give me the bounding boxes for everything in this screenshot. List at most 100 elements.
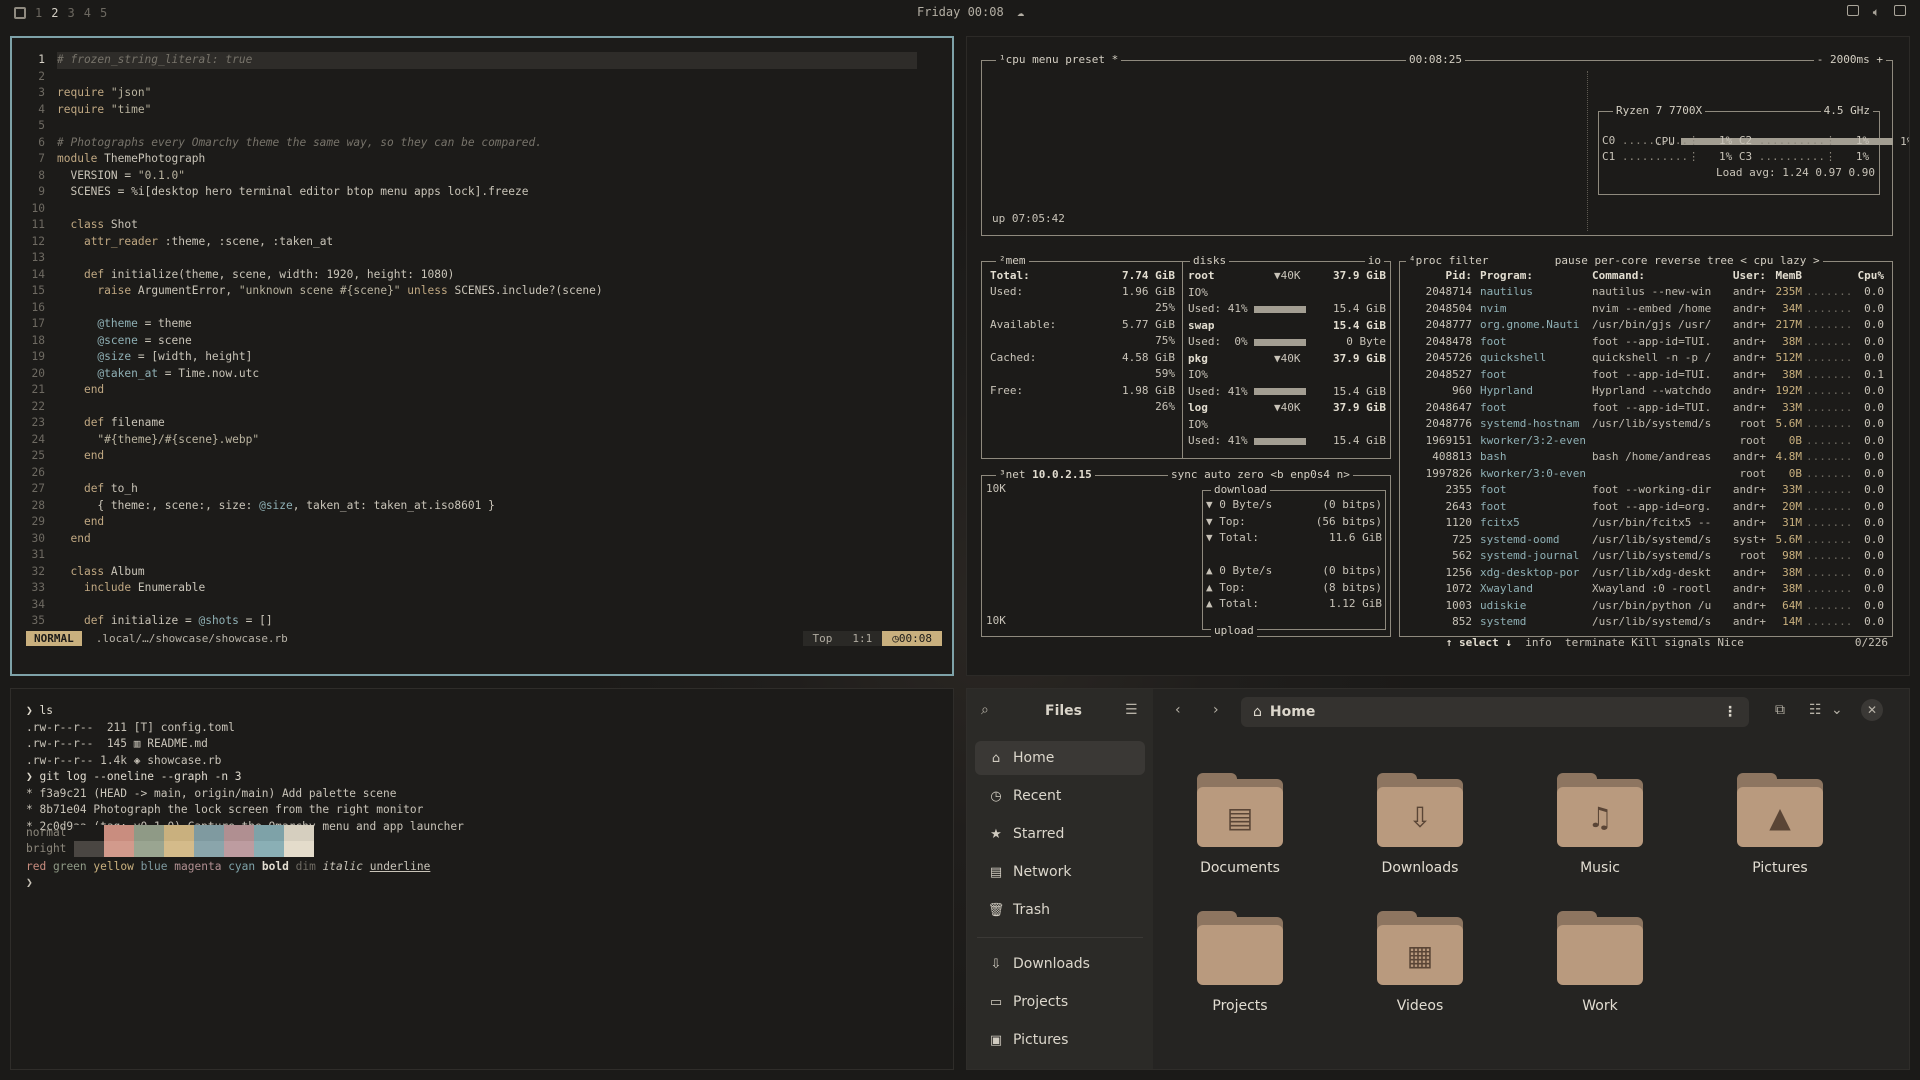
signals-button[interactable]: signals: [1664, 636, 1710, 649]
screen-record-icon[interactable]: [1846, 5, 1859, 16]
code-line[interactable]: 16: [12, 300, 952, 317]
code-line[interactable]: 27 def to_h: [12, 481, 952, 498]
folder-videos[interactable]: ▦ Videos: [1345, 911, 1495, 1014]
folder-pictures[interactable]: ▲ Pictures: [1705, 773, 1855, 876]
proc-row[interactable]: 2643 foot foot --app-id=org. andr+ 20M......…: [1400, 499, 1885, 516]
editor-window[interactable]: 1 # frozen_string_literal: true 2 3 require …: [10, 36, 954, 676]
proc-row[interactable]: 1969151 kworker/3:2-even root 0B....... 0.0: [1400, 433, 1884, 450]
code-line[interactable]: 23 def filename: [12, 415, 952, 432]
info-button[interactable]: info: [1525, 636, 1552, 649]
code-line[interactable]: 13: [12, 250, 952, 267]
code-line[interactable]: 24 "#{theme}/#{scene}.webp": [12, 432, 952, 449]
proc-row[interactable]: 2045726 quickshell quickshell -n -p / andr+…: [1400, 350, 1884, 367]
proc-row[interactable]: 1003 udiskie/usr/bin/python /u andr+ 64M...…: [1400, 598, 1885, 615]
path-bar[interactable]: ⌂ Home ⋮: [1241, 697, 1749, 727]
proc-row[interactable]: 2355 foot foot --working-dir andr+ 33M......…: [1400, 482, 1885, 499]
sidebar-item-starred[interactable]: ★ Starred: [975, 817, 1145, 851]
volume-icon[interactable]: 🔈︎: [1873, 5, 1880, 20]
proc-row[interactable]: 960 Hyprland Hyprland --watchdo andr+ 192M..…: [1400, 383, 1884, 400]
proc-row[interactable]: 2048478 foot foot --app-id=TUI. andr+ 38M...…: [1400, 334, 1884, 351]
code-line[interactable]: 11 class Shot: [12, 217, 952, 234]
code-line[interactable]: 29 end: [12, 514, 952, 531]
proc-row[interactable]: 1997826 kworker/3:0-even root 0B....... 0.0: [1400, 466, 1884, 483]
net-options[interactable]: sync auto zero <b enp0s4 n>: [1168, 468, 1353, 481]
code-line[interactable]: 30 end: [12, 531, 952, 548]
proc-row[interactable]: 2048647 foot foot --app-id=TUI. andr+ 33M...…: [1400, 400, 1884, 417]
code-line[interactable]: 19 @size = [width, height]: [12, 349, 952, 366]
mem-label[interactable]: ²mem: [996, 254, 1029, 267]
folder-music[interactable]: ♫ Music: [1525, 773, 1675, 876]
back-icon[interactable]: ‹: [1175, 702, 1181, 718]
workspace-2[interactable]: 2: [51, 6, 58, 20]
sidebar-item-network[interactable]: ▤ Network: [975, 855, 1145, 889]
proc-row[interactable]: 408813 bash bash /home/andreas andr+ 4.8M...…: [1400, 449, 1884, 466]
files-window[interactable]: ⌕ Files ☰ ⌂ Home ◷ Recent ★ Starred ▤ Network 🗑︎…: [966, 688, 1910, 1070]
code-line[interactable]: 12 attr_reader :theme, :scene, :taken_at: [12, 234, 952, 251]
code-line[interactable]: 31: [12, 547, 952, 564]
workspace-1[interactable]: 1: [35, 6, 42, 20]
close-icon[interactable]: ✕: [1861, 699, 1883, 721]
sidebar-item-recent[interactable]: ◷ Recent: [975, 779, 1145, 813]
omarchy-logo-icon[interactable]: [14, 7, 26, 19]
folder-documents[interactable]: ▤ Documents: [1165, 773, 1315, 876]
proc-row[interactable]: 725 systemd-oomd/usr/lib/systemd/s syst+ 5.…: [1400, 532, 1884, 549]
terminate-button[interactable]: terminate: [1565, 636, 1625, 649]
proc-row[interactable]: 562 systemd-journal/usr/lib/systemd/s root…: [1400, 548, 1884, 565]
code-line[interactable]: 8 VERSION = "0.1.0": [12, 168, 952, 185]
cpu-box-label[interactable]: ¹cpu menu preset *: [996, 53, 1122, 66]
code-line[interactable]: 5: [12, 118, 952, 135]
code-line[interactable]: 18 @scene = scene: [12, 333, 952, 350]
code-line[interactable]: 22: [12, 399, 952, 416]
folder-downloads[interactable]: ⇩ Downloads: [1345, 773, 1495, 876]
net-label[interactable]: ³net 10.0.2.15: [996, 468, 1095, 481]
menu-icon[interactable]: ☰: [1125, 702, 1138, 718]
proc-row[interactable]: 2048527 foot foot --app-id=TUI. andr+ 38M...…: [1400, 367, 1884, 384]
code-line[interactable]: 26: [12, 465, 952, 482]
folder-work[interactable]: Work: [1525, 911, 1675, 1014]
proc-row[interactable]: 1120 fcitx5/usr/bin/fcitx5 -- andr+ 31M....…: [1400, 515, 1885, 532]
new-folder-icon[interactable]: ⧉: [1775, 702, 1785, 718]
forward-icon[interactable]: ›: [1213, 702, 1219, 718]
code-line[interactable]: 17 @theme = theme: [12, 316, 952, 333]
proc-options[interactable]: ⁴proc filter pause per-core reverse tree…: [1406, 254, 1823, 267]
search-icon[interactable]: ⌕: [981, 702, 989, 718]
proc-row[interactable]: 2048504 nvim nvim --embed /home andr+ 34M...…: [1400, 301, 1884, 318]
code-line[interactable]: 9 SCENES = %i[desktop hero terminal edit…: [12, 184, 952, 201]
kill-button[interactable]: Kill: [1631, 636, 1658, 649]
proc-row[interactable]: 1256 xdg-desktop-por/usr/lib/xdg-deskt and…: [1400, 565, 1885, 582]
io-label[interactable]: io: [1364, 254, 1384, 267]
bookmark-item-downloads[interactable]: ⇩ Downloads: [975, 947, 1145, 981]
proc-row[interactable]: 1072 Xwayland Xwayland :0 -rootl andr+ 38M..…: [1400, 581, 1885, 598]
proc-row[interactable]: 2048777 org.gnome.Nauti/usr/bin/gjs /usr/…: [1400, 317, 1884, 334]
workspace-3[interactable]: 3: [67, 6, 74, 20]
select-hint[interactable]: ↑ select ↓: [1446, 636, 1512, 649]
code-line[interactable]: 7 module ThemePhotograph: [12, 151, 952, 168]
code-line[interactable]: 2: [12, 69, 952, 86]
code-line[interactable]: 1 # frozen_string_literal: true: [12, 52, 952, 69]
workspace-5[interactable]: 5: [100, 6, 107, 20]
code-line[interactable]: 6 # Photographs every Omarchy theme the s…: [12, 135, 952, 152]
code-line[interactable]: 25 end: [12, 448, 952, 465]
proc-list[interactable]: 2048714 nautilus nautilus --new-win andr+ 23…: [1400, 284, 1884, 631]
view-list-icon[interactable]: ☷: [1809, 702, 1822, 718]
chevron-down-icon[interactable]: ⌄: [1831, 702, 1843, 718]
terminal-window[interactable]: ❯ ls .rw-r--r-- 211 [T] config.toml .rw-r-…: [10, 688, 954, 1070]
code-line[interactable]: 14 def initialize(theme, scene, width: 1…: [12, 267, 952, 284]
proc-row[interactable]: 2048714 nautilus nautilus --new-win andr+ 23…: [1400, 284, 1884, 301]
sidebar-item-home[interactable]: ⌂ Home: [975, 741, 1145, 775]
update-rate[interactable]: - 2000ms +: [1813, 53, 1886, 66]
code-line[interactable]: 34: [12, 597, 952, 614]
workspace-4[interactable]: 4: [84, 6, 91, 20]
clock[interactable]: Friday 00:08 ☁: [917, 5, 1024, 19]
code-area[interactable]: 1 # frozen_string_literal: true 2 3 require …: [12, 52, 952, 630]
sidebar-item-trash[interactable]: 🗑︎ Trash: [975, 893, 1145, 927]
code-line[interactable]: 20 @taken_at = Time.now.utc: [12, 366, 952, 383]
code-line[interactable]: 4 require "time": [12, 102, 952, 119]
code-line[interactable]: 3 require "json": [12, 85, 952, 102]
code-line[interactable]: 15 raise ArgumentError, "unknown scene #…: [12, 283, 952, 300]
code-line[interactable]: 10: [12, 201, 952, 218]
path-menu-icon[interactable]: ⋮: [1723, 704, 1737, 720]
folder-projects[interactable]: Projects: [1165, 911, 1315, 1014]
btop-window[interactable]: ¹cpu menu preset * 00:08:25 - 2000ms + u…: [966, 36, 1910, 676]
code-line[interactable]: 21 end: [12, 382, 952, 399]
